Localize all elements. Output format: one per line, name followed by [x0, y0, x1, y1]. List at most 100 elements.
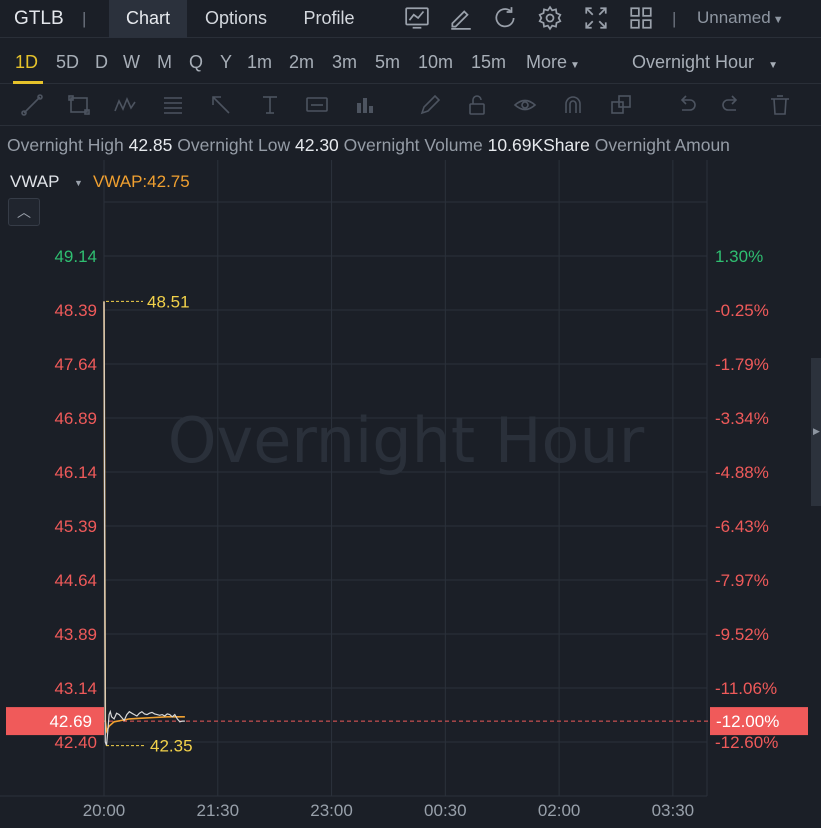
y-axis-label-price: 46.14 [54, 463, 97, 482]
rectangle-icon[interactable] [67, 93, 91, 117]
y-axis-label-percent: -7.97% [715, 571, 769, 590]
y-axis-label-price: 49.14 [54, 247, 97, 266]
layers-icon[interactable] [609, 93, 633, 117]
x-axis-label: 02:00 [538, 801, 581, 820]
caret-down-icon: ▼ [772, 14, 784, 26]
layout-name-select[interactable]: Unnamed ▼ [697, 8, 784, 28]
refresh-icon[interactable] [492, 5, 518, 31]
caret-down-icon: ▼ [570, 60, 580, 71]
y-axis-label-price: 43.14 [54, 679, 97, 698]
high-annotation-label: 48.51 [147, 292, 190, 311]
edit-icon[interactable] [448, 5, 474, 31]
x-axis-label: 21:30 [197, 801, 240, 820]
magnet-icon[interactable] [561, 93, 585, 117]
more-label: More [526, 52, 568, 72]
fib-icon[interactable] [161, 93, 185, 117]
period-5m[interactable]: 5m [375, 52, 400, 73]
undo-icon[interactable] [674, 93, 698, 117]
ticker-symbol[interactable]: GTLB [14, 8, 64, 30]
y-axis-label-percent: -3.34% [715, 409, 769, 428]
stat-value: 42.30 [295, 135, 339, 155]
top-bar: GTLB | Chart Options Profile | Unnamed ▼ [0, 0, 821, 38]
period-y[interactable]: Y [220, 52, 232, 73]
separator: | [672, 9, 677, 28]
eye-icon[interactable] [513, 93, 537, 117]
period-1m[interactable]: 1m [247, 52, 272, 73]
grid-layout-icon[interactable] [628, 5, 654, 31]
price-chart[interactable]: Overnight Hour 49.14 48.39 47.64 46.89 46.14 4… [0, 160, 821, 828]
label-icon[interactable] [305, 93, 329, 117]
y-axis-label-price: 43.89 [54, 625, 97, 644]
x-axis-label: 03:30 [652, 801, 695, 820]
lock-icon[interactable] [465, 93, 489, 117]
collapse-indicator-button[interactable]: ︿ [8, 198, 40, 226]
trend-line-icon[interactable] [20, 93, 44, 117]
period-d[interactable]: D [95, 52, 108, 73]
stat-value: 10.69KShare [487, 135, 590, 155]
side-panel-handle[interactable]: ▶ [811, 358, 821, 506]
chevron-right-icon: ▶ [813, 426, 820, 436]
period-m[interactable]: M [157, 52, 172, 73]
period-15m[interactable]: 15m [471, 52, 506, 73]
period-3m[interactable]: 3m [332, 52, 357, 73]
pattern-icon[interactable] [113, 93, 137, 117]
y-axis-label-price: 48.39 [54, 301, 97, 320]
stat-label: Overnight High [7, 135, 124, 155]
caret-down-icon[interactable]: ▼ [74, 178, 83, 188]
stat-value: 42.85 [128, 135, 173, 155]
period-1d[interactable]: 1D [15, 52, 38, 73]
layout-name-label: Unnamed [697, 8, 771, 27]
vwap-line [103, 301, 185, 734]
y-axis-label-price: 44.64 [54, 571, 97, 590]
stat-label: Overnight Low [177, 135, 291, 155]
pen-icon[interactable] [418, 93, 442, 117]
y-axis-label-percent: -9.52% [715, 625, 769, 644]
bar-icon[interactable] [353, 93, 377, 117]
indicator-name[interactable]: VWAP [10, 172, 59, 192]
session-select[interactable]: Overnight Hour ▼ [632, 52, 778, 73]
y-axis-label-price: 47.64 [54, 355, 97, 374]
period-2m[interactable]: 2m [289, 52, 314, 73]
text-icon[interactable] [258, 93, 282, 117]
current-price-tag-text: 42.69 [49, 712, 92, 731]
session-label: Overnight Hour [632, 52, 755, 72]
x-axis-label: 00:30 [424, 801, 467, 820]
overnight-stats: Overnight High 42.85 Overnight Low 42.30… [7, 135, 821, 156]
y-axis-label-price: 45.39 [54, 517, 97, 536]
stat-label: Overnight Amoun [594, 135, 730, 155]
tab-chart[interactable]: Chart [109, 0, 187, 38]
caret-down-icon: ▼ [768, 60, 778, 71]
redo-icon[interactable] [720, 93, 744, 117]
price-line [103, 301, 185, 746]
y-axis-label-percent: -11.06% [715, 679, 777, 698]
y-axis-label-price: 46.89 [54, 409, 97, 428]
line-chart-icon[interactable] [404, 5, 430, 31]
tab-profile[interactable]: Profile [290, 0, 368, 38]
arrow-icon[interactable] [209, 93, 233, 117]
fullscreen-icon[interactable] [583, 5, 609, 31]
x-axis-label: 20:00 [83, 801, 126, 820]
x-axis-label: 23:00 [310, 801, 353, 820]
period-10m[interactable]: 10m [418, 52, 453, 73]
y-axis-label-percent: -12.60% [715, 733, 778, 752]
more-periods-button[interactable]: More ▼ [526, 52, 580, 73]
tab-options[interactable]: Options [192, 0, 280, 38]
chevron-up-icon: ︿ [17, 204, 31, 220]
chart-watermark: Overnight Hour [168, 404, 645, 477]
indicator-value: VWAP:42.75 [93, 172, 190, 191]
trash-icon[interactable] [768, 93, 792, 117]
y-axis-label-percent: 1.30% [715, 247, 763, 266]
separator: | [82, 9, 87, 28]
period-w[interactable]: W [123, 52, 140, 73]
period-5d[interactable]: 5D [56, 52, 79, 73]
y-axis-label-percent: -1.79% [715, 355, 769, 374]
period-q[interactable]: Q [189, 52, 203, 73]
period-bar: 1D 5D D W M Q Y 1m 2m 3m 5m 10m 15m More… [0, 38, 821, 84]
drawing-toolbar [0, 84, 821, 126]
current-percent-tag-text: -12.00% [716, 712, 779, 731]
gear-icon[interactable] [537, 5, 563, 31]
low-annotation-label: 42.35 [150, 737, 193, 756]
y-axis-label-percent: -6.43% [715, 517, 769, 536]
y-axis-label-price: 42.40 [54, 733, 97, 752]
y-axis-label-percent: -0.25% [715, 301, 769, 320]
